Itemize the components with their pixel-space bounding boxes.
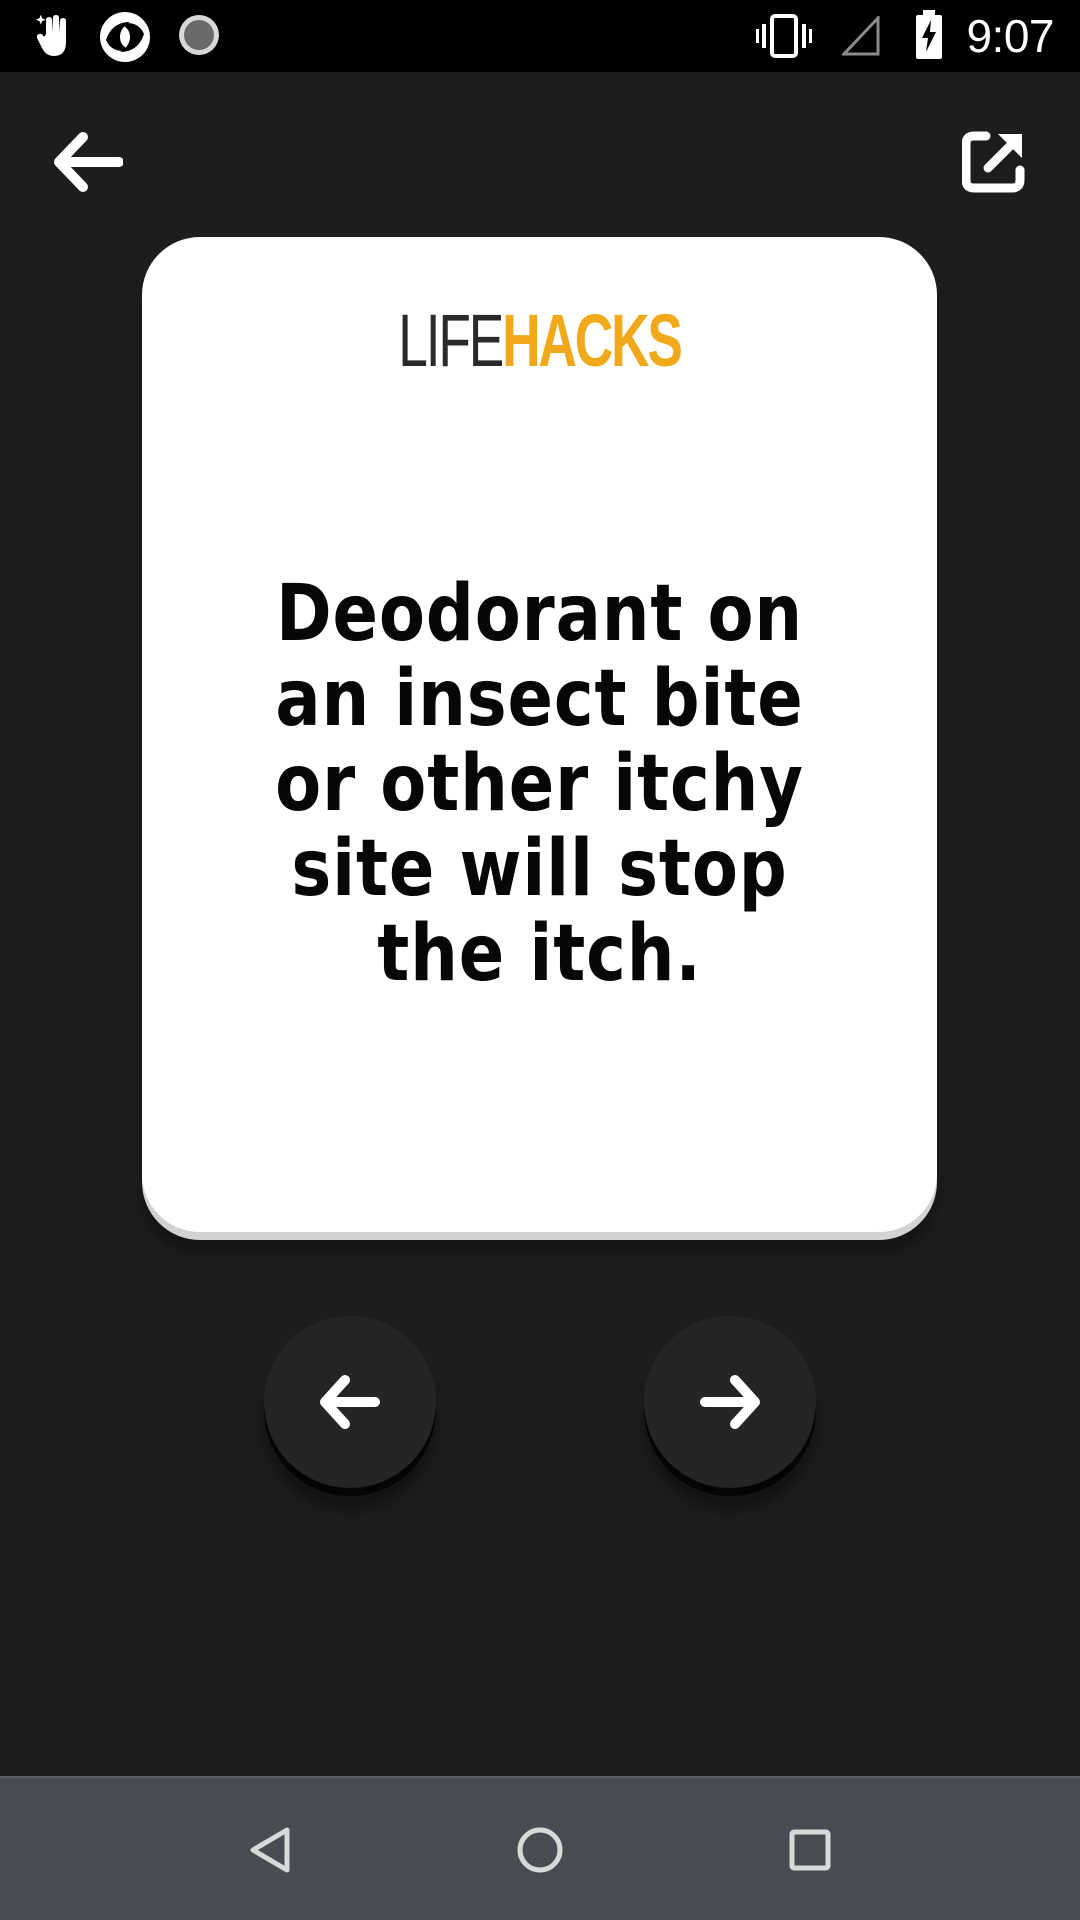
arrow-left-icon: [54, 132, 123, 192]
loading-spinner-icon: [179, 15, 219, 55]
status-time: 9:07: [966, 10, 1054, 62]
status-bar: 9:07: [0, 0, 1080, 72]
nav-home-icon: [517, 1827, 563, 1873]
logo-hacks: HACKS: [502, 299, 683, 382]
arrow-left-icon: [320, 1375, 380, 1429]
share-button[interactable]: [946, 114, 1042, 210]
arrow-right-icon: [700, 1375, 760, 1429]
next-button[interactable]: [644, 1316, 816, 1488]
app-screen: 9:07 LIFEHACKS Deodorant on an insect bi…: [0, 0, 1080, 1920]
vibrate-icon: [756, 14, 812, 58]
app-swirl-icon: [100, 12, 150, 62]
back-button[interactable]: [40, 114, 136, 210]
hack-text: Deodorant on an insect bite or other itc…: [275, 569, 804, 999]
hack-card: LIFEHACKS Deodorant on an insect bite or…: [142, 237, 937, 1232]
nav-back-icon: [250, 1827, 290, 1873]
logo-life: LIFE: [398, 299, 504, 382]
battery-charging-icon: [916, 10, 942, 59]
nav-home-button[interactable]: [498, 1808, 582, 1892]
nav-back-button[interactable]: [228, 1808, 312, 1892]
signal-empty-icon: [842, 16, 880, 56]
previous-button[interactable]: [264, 1316, 436, 1488]
life-hacks-logo: LIFEHACKS: [253, 293, 825, 389]
system-nav-bar: [0, 1776, 1080, 1920]
share-external-icon: [962, 131, 1025, 193]
nav-recents-button[interactable]: [768, 1808, 852, 1892]
nav-recents-icon: [789, 1829, 831, 1871]
hand-sparkle-icon: [35, 14, 66, 56]
